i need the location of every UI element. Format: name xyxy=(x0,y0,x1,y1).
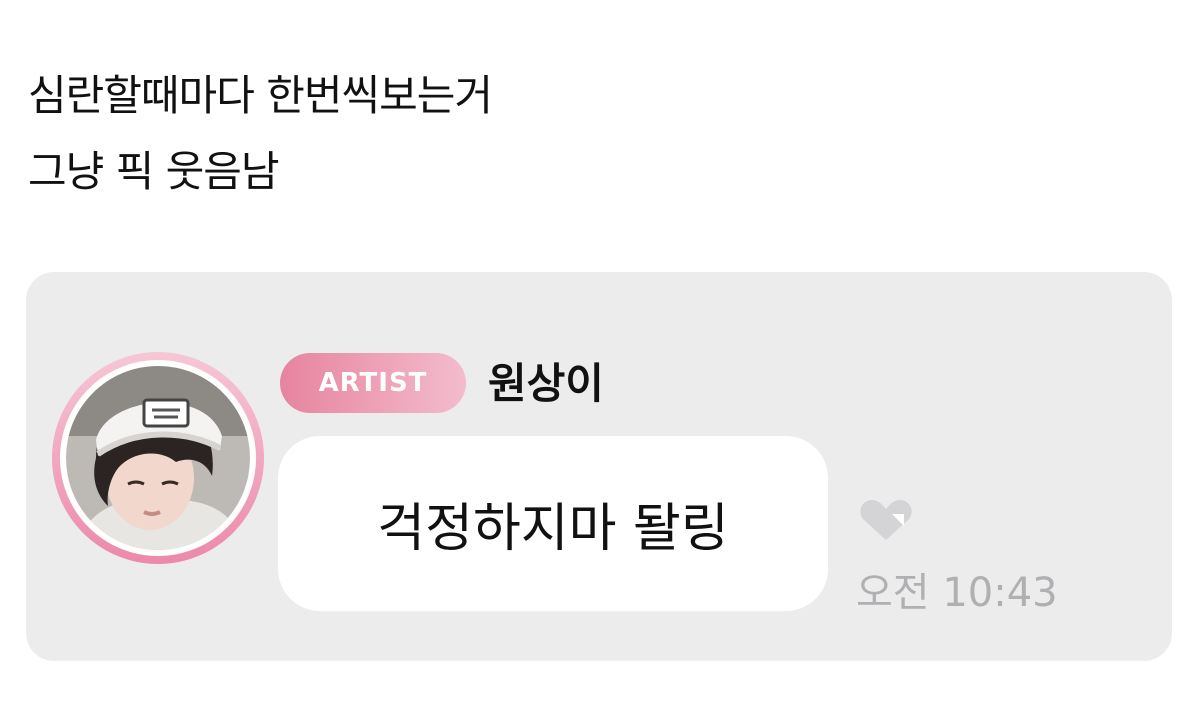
message-text: 걱정하지마 돨링 xyxy=(377,499,729,559)
avatar[interactable] xyxy=(52,352,264,564)
post-text: 심란할때마다 한번씩보는거 그냥 픽 웃음남 xyxy=(28,58,493,210)
message-timestamp: 오전 10:43 xyxy=(856,570,1058,616)
heart-icon[interactable] xyxy=(858,498,914,542)
message-bubble[interactable]: 걱정하지마 돨링 xyxy=(278,436,828,611)
artist-badge: ARTIST xyxy=(280,353,466,413)
avatar-border xyxy=(60,360,256,556)
avatar-illustration xyxy=(66,366,250,550)
post-text-line-1: 심란할때마다 한번씩보는거 xyxy=(28,71,493,120)
heart-icon-graphic xyxy=(860,500,912,540)
post-text-line-2: 그냥 픽 웃음남 xyxy=(28,147,280,196)
username: 원상이 xyxy=(488,359,604,408)
avatar-photo xyxy=(66,366,250,550)
